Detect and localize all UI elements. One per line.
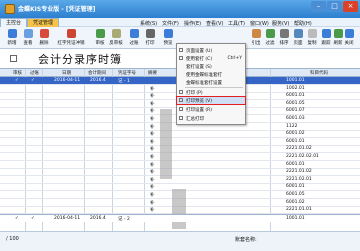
account-code-cell: 6001.01 [286, 93, 305, 99]
print-settings-icon [179, 107, 183, 111]
col-voucher-no[interactable]: 凭证字号 [118, 70, 136, 76]
summary-cell: 补 [150, 200, 155, 206]
summary-cell: 补 [150, 162, 155, 168]
toolbar-preview-button[interactable]: 预览 [158, 29, 178, 46]
summary-cell: 补 [150, 177, 155, 183]
account-code-cell: 6001.02 [286, 131, 305, 137]
account-code-cell: 6001.02 [286, 199, 305, 205]
account-code-cell: 2221.02.02.01 [286, 154, 319, 159]
menu-item-template-settings[interactable]: 套打设置 (S) [177, 63, 245, 70]
menu-file[interactable]: 文件(F) [162, 20, 179, 27]
delete-icon [39, 29, 49, 38]
tab-bar: 主控台 凭证管理 [0, 18, 60, 27]
account-code-cell: 6001.01 [286, 184, 305, 190]
menu-item-kingdee-template[interactable]: 使用金蝶标准套打 [177, 71, 245, 78]
template-icon [179, 56, 183, 60]
exit-icon [344, 29, 354, 38]
col-account-code[interactable]: 科目代码 [310, 70, 328, 76]
summary-cell: 补 [150, 124, 155, 130]
col-post[interactable]: 过账 [30, 70, 39, 76]
menu-window[interactable]: 窗口(W) [250, 20, 269, 27]
account-code-cell: 6001.03 [286, 116, 305, 121]
account-code-cell: 6001.01 [286, 138, 305, 144]
tab-voucher-management[interactable]: 凭证管理 [27, 18, 60, 27]
view-icon [23, 29, 33, 38]
summary-cell: 补 [150, 86, 155, 92]
summary-print-icon [179, 116, 183, 120]
tab-main-console[interactable]: 主控台 [0, 18, 28, 27]
menu-tools[interactable]: 工具(T) [228, 20, 245, 27]
red-reversal-icon [66, 29, 76, 38]
maximize-button[interactable]: □ [327, 1, 342, 12]
account-code-cell: 6001.05 [286, 100, 305, 106]
toolbar-print-button[interactable]: 打印 [140, 29, 160, 46]
redacted-summary [160, 109, 172, 179]
minimize-button[interactable]: – [311, 1, 326, 12]
account-code-cell: 1002.01 [286, 85, 305, 91]
menu-item-print-preview[interactable]: 打印预览 (V) [176, 96, 246, 105]
summary-cell: 补 [150, 94, 155, 100]
select-all-checkbox[interactable] [10, 55, 17, 62]
menu-item-kingdee-template-settings[interactable]: 金蝶标准套打设置 [177, 79, 245, 86]
page-indicator: / 100 [6, 236, 19, 242]
menu-view[interactable]: 查看(V) [206, 20, 223, 27]
account-set-label: 账套名称: [235, 237, 257, 243]
unaudit-icon [111, 29, 121, 38]
post-icon [129, 29, 139, 38]
toolbar-unaudit-button[interactable]: 反审核 [106, 29, 126, 46]
page-title: 会计分录序时簿 [38, 53, 122, 66]
app-logo-icon [5, 4, 15, 14]
toolbar-close-button[interactable]: 关闭 [340, 29, 358, 46]
title-bar: 金蝶KIS专业版 - [凭证管理] – □ × [0, 0, 360, 18]
col-period[interactable]: 会计期间 [88, 70, 106, 76]
audit-icon [95, 29, 105, 38]
preview-icon [163, 29, 173, 38]
col-date[interactable]: 日期 [62, 70, 71, 76]
summary-cell: 补 [150, 139, 155, 145]
toolbar-delete-button[interactable]: 删除 [34, 29, 54, 46]
col-summary[interactable]: 摘要 [148, 70, 157, 76]
window-title: 金蝶KIS专业版 - [凭证管理] [18, 6, 96, 13]
account-code-cell: 6001.07 [286, 108, 305, 114]
summary-cell: 补 [150, 208, 155, 214]
summary-cell: 补 [150, 109, 155, 115]
menu-item-print-settings[interactable]: 打印设置 (R) [177, 106, 245, 113]
account-code-cell: 1122 [286, 123, 298, 129]
menu-system[interactable]: 系统(S) [140, 20, 157, 27]
account-code-cell: 6001.05 [286, 192, 305, 197]
summary-cell: 补 [150, 193, 155, 198]
redacted-summary [172, 189, 186, 229]
summary-cell: 补 [150, 185, 155, 191]
account-code-cell: 2221.01.01 [286, 207, 312, 213]
summary-cell: 补 [150, 170, 155, 176]
menu-item-summary-print[interactable]: 汇总打印 [177, 115, 245, 122]
menu-item-use-template[interactable]: 使用套打 (C) Ctrl+Y [177, 55, 245, 62]
menu-service[interactable]: 服务(V) [272, 20, 289, 27]
menu-item-page-setup[interactable]: 页面设置 (U) [177, 47, 245, 54]
summary-cell: 补 [150, 155, 155, 160]
menu-item-print[interactable]: 打印 (P) [177, 89, 245, 96]
toolbar-red-reversal-button[interactable]: 红字凭证冲销 [56, 29, 86, 46]
summary-cell: 补 [150, 132, 155, 138]
menu-help[interactable]: 帮助(H) [294, 20, 312, 27]
summary-cell: 补 [150, 101, 155, 107]
summary-cell: 补 [150, 147, 155, 153]
printer-icon [145, 29, 155, 38]
preview-icon [179, 98, 183, 102]
account-code-cell: 6001.01 [286, 161, 305, 167]
menu-operate[interactable]: 操作(E) [184, 20, 201, 27]
new-icon [7, 29, 17, 38]
summary-cell: 补 [150, 117, 155, 122]
account-code-cell: 2221.02.01 [286, 176, 312, 182]
page-setup-icon [179, 48, 183, 52]
account-code-cell: 2221.01.02 [286, 169, 312, 175]
close-button[interactable]: × [343, 1, 358, 12]
account-code-cell: 2221.01.02 [286, 146, 312, 152]
col-audit[interactable]: 审核 [13, 70, 22, 76]
print-dropdown-menu: 页面设置 (U) 使用套打 (C) Ctrl+Y 套打设置 (S) 使用金蝶标准套… [176, 43, 246, 125]
printer-icon [179, 90, 183, 94]
status-bar: / 100 账套名称: [0, 231, 360, 251]
table-row[interactable]: ✓ ✓ 2016-04-11 2016.4 记 - 2 1001.01 [0, 214, 360, 222]
